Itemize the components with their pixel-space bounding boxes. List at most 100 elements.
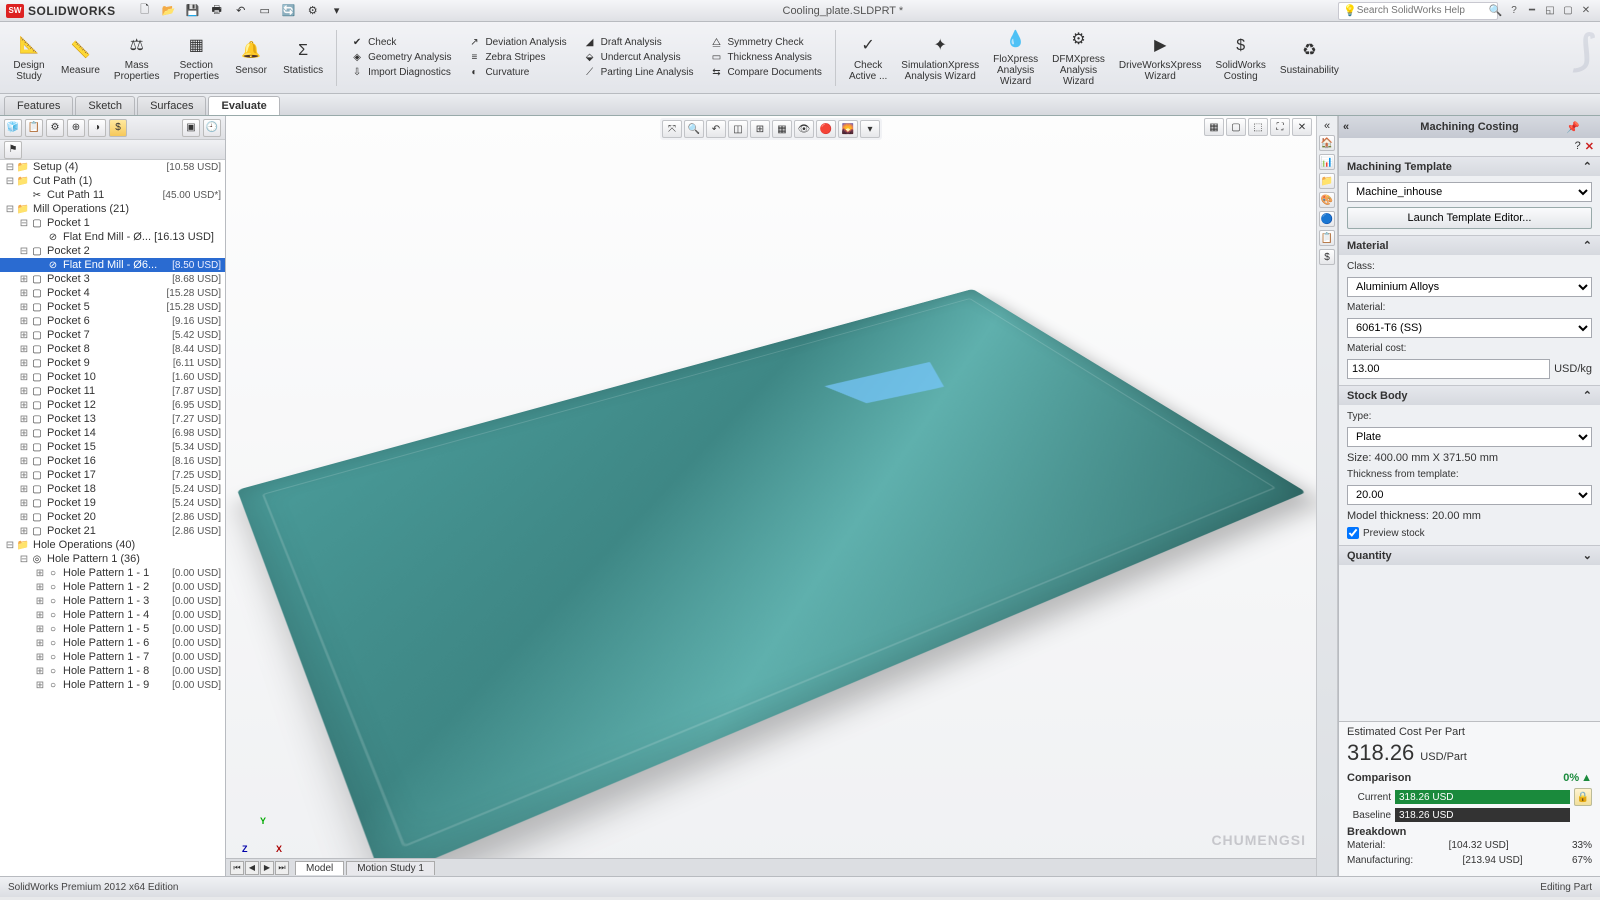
ribbon-thickness-analysis-button[interactable]: ▭Thickness Analysis — [706, 51, 824, 64]
material-class-select[interactable]: Aluminium Alloys — [1347, 277, 1592, 297]
tree-item[interactable]: ⊞▢Pocket 12[6.95 USD] — [0, 398, 225, 412]
expand-icon[interactable]: ⊞ — [18, 316, 30, 327]
expand-icon[interactable]: ⊞ — [34, 624, 46, 635]
ribbon-driveworksxpress-button[interactable]: ▶DriveWorksXpressWizard — [1112, 26, 1209, 90]
tree-item[interactable]: ⊞▢Pocket 16[8.16 USD] — [0, 454, 225, 468]
ribbon-design-button[interactable]: 📐DesignStudy — [4, 26, 54, 90]
expand-icon[interactable]: ⊞ — [18, 456, 30, 467]
home-tab-icon[interactable]: 🏠 — [1319, 135, 1335, 151]
ribbon-parting-line-analysis-button[interactable]: ⟋Parting Line Analysis — [580, 66, 697, 79]
expand-icon[interactable]: ⊞ — [18, 302, 30, 313]
expand-icon[interactable]: ⊞ — [18, 498, 30, 509]
tree-flag-icon[interactable]: ⚑ — [4, 141, 22, 159]
save-icon[interactable]: 💾 — [182, 2, 204, 20]
tree-item[interactable]: ⊞▢Pocket 5[15.28 USD] — [0, 300, 225, 314]
tree-item[interactable]: ⊞○Hole Pattern 1 - 7[0.00 USD] — [0, 650, 225, 664]
expand-icon[interactable]: ⊞ — [34, 638, 46, 649]
options-icon[interactable]: ⚙ — [302, 2, 324, 20]
tab-nav-first-icon[interactable]: ⏮ — [230, 861, 244, 875]
tree-history-icon[interactable]: 🕘 — [203, 119, 221, 137]
restore-icon[interactable]: ◱ — [1542, 4, 1558, 18]
tree-item[interactable]: ⊞▢Pocket 3[8.68 USD] — [0, 272, 225, 286]
ribbon-measure-button[interactable]: 📏Measure — [54, 26, 107, 90]
ribbon-zebra-stripes-button[interactable]: ≡Zebra Stripes — [464, 51, 569, 64]
expand-icon[interactable]: ⊞ — [18, 372, 30, 383]
expand-icon[interactable]: ⊞ — [18, 512, 30, 523]
costing-tab-icon[interactable]: $ — [1319, 249, 1335, 265]
section-view-icon[interactable]: ◫ — [728, 120, 748, 138]
tree-item[interactable]: ⊞○Hole Pattern 1 - 2[0.00 USD] — [0, 580, 225, 594]
tree-tab-display-icon[interactable]: ◑ — [88, 119, 106, 137]
expand-icon[interactable]: ⊟ — [18, 554, 30, 565]
close-icon[interactable]: ✕ — [1578, 4, 1594, 18]
tree-item[interactable]: ⊟📁Mill Operations (21) — [0, 202, 225, 216]
thickness-select[interactable]: 20.00 — [1347, 485, 1592, 505]
tab-sketch[interactable]: Sketch — [75, 96, 135, 115]
taskpane-close-icon[interactable]: ✕ — [1585, 140, 1594, 154]
ribbon-symmetry-check-button[interactable]: ⧋Symmetry Check — [706, 36, 824, 49]
ribbon-check-button[interactable]: ✓CheckActive ... — [842, 26, 894, 90]
tree-item[interactable]: ⊘Flat End Mill - Ø6...[8.50 USD] — [0, 258, 225, 272]
new-icon[interactable]: 🗋 — [134, 2, 156, 20]
help-search[interactable]: 💡 🔍 — [1338, 2, 1498, 20]
quantity-section-header[interactable]: Quantity⌄ — [1339, 546, 1600, 565]
collapse-taskpane-icon[interactable]: « — [1324, 120, 1330, 132]
tree-item[interactable]: ⊟◎Hole Pattern 1 (36) — [0, 552, 225, 566]
tree-item[interactable]: ⊞○Hole Pattern 1 - 6[0.00 USD] — [0, 636, 225, 650]
expand-icon[interactable]: ⊞ — [34, 568, 46, 579]
ribbon-sensor-button[interactable]: 🔔Sensor — [226, 26, 276, 90]
bottom-tab-motion-study-1[interactable]: Motion Study 1 — [346, 861, 435, 875]
tree-item[interactable]: ✂Cut Path 11[45.00 USD*] — [0, 188, 225, 202]
ribbon-section-button[interactable]: ▦SectionProperties — [166, 26, 226, 90]
view-palette-icon[interactable]: 🎨 — [1319, 192, 1335, 208]
ribbon-statistics-button[interactable]: ΣStatistics — [276, 26, 330, 90]
file-explorer-icon[interactable]: 📁 — [1319, 173, 1335, 189]
open-icon[interactable]: 📂 — [158, 2, 180, 20]
expand-icon[interactable]: ⊞ — [18, 526, 30, 537]
taskpane-help-icon[interactable]: ? — [1575, 140, 1581, 154]
tree-item[interactable]: ⊞▢Pocket 10[1.60 USD] — [0, 370, 225, 384]
zoom-fit-icon[interactable]: ⤧ — [662, 120, 682, 138]
tab-evaluate[interactable]: Evaluate — [208, 96, 279, 115]
tab-surfaces[interactable]: Surfaces — [137, 96, 206, 115]
tree-item[interactable]: ⊟▢Pocket 1 — [0, 216, 225, 230]
expand-icon[interactable]: ⊞ — [34, 596, 46, 607]
tree-tab-dim-icon[interactable]: ⊕ — [67, 119, 85, 137]
tree-item[interactable]: ⊟▢Pocket 2 — [0, 244, 225, 258]
expand-icon[interactable]: ⊞ — [18, 400, 30, 411]
expand-icon[interactable]: ⊞ — [18, 330, 30, 341]
ribbon-simulationxpress-button[interactable]: ✦SimulationXpressAnalysis Wizard — [894, 26, 986, 90]
material-section-header[interactable]: Material⌃ — [1339, 236, 1600, 255]
custom-props-icon[interactable]: 📋 — [1319, 230, 1335, 246]
tree-item[interactable]: ⊞▢Pocket 13[7.27 USD] — [0, 412, 225, 426]
tree-item[interactable]: ⊞▢Pocket 15[5.34 USD] — [0, 440, 225, 454]
expand-icon[interactable]: ⊞ — [18, 442, 30, 453]
expand-icon[interactable]: ⊞ — [34, 610, 46, 621]
expand-icon[interactable]: ⊞ — [18, 358, 30, 369]
appearance-icon[interactable]: 🔴 — [816, 120, 836, 138]
material-select[interactable]: 6061-T6 (SS) — [1347, 318, 1592, 338]
tree-item[interactable]: ⊘Flat End Mill - Ø... [16.13 USD] — [0, 230, 225, 244]
tab-features[interactable]: Features — [4, 96, 73, 115]
tree-item[interactable]: ⊞○Hole Pattern 1 - 3[0.00 USD] — [0, 594, 225, 608]
tree-tab-costing-icon[interactable]: $ — [109, 119, 127, 137]
expand-icon[interactable]: ⊞ — [18, 470, 30, 481]
expand-icon[interactable]: ⊟ — [18, 218, 30, 229]
expand-icon[interactable]: ⊞ — [18, 484, 30, 495]
ribbon-dfmxpress-button[interactable]: ⚙DFMXpressAnalysisWizard — [1045, 26, 1112, 90]
expand-icon[interactable]: ⊟ — [4, 176, 16, 187]
ribbon-curvature-button[interactable]: ◐Curvature — [464, 66, 569, 79]
zoom-area-icon[interactable]: 🔍 — [684, 120, 704, 138]
expand-icon[interactable]: ⊞ — [18, 288, 30, 299]
tree-item[interactable]: ⊞▢Pocket 17[7.25 USD] — [0, 468, 225, 482]
expand-icon[interactable]: ⊞ — [18, 414, 30, 425]
tree-item[interactable]: ⊞▢Pocket 21[2.86 USD] — [0, 524, 225, 538]
tab-nav-next-icon[interactable]: ▶ — [260, 861, 274, 875]
tree-tab-config-icon[interactable]: ⚙ — [46, 119, 64, 137]
tree-item[interactable]: ⊞▢Pocket 8[8.44 USD] — [0, 342, 225, 356]
orientation-triad-icon[interactable]: YXZ — [246, 810, 292, 856]
stock-section-header[interactable]: Stock Body⌃ — [1339, 386, 1600, 405]
launch-template-editor-button[interactable]: Launch Template Editor... — [1347, 207, 1592, 229]
pin-icon[interactable]: 📌 — [1566, 121, 1580, 134]
tab-nav-last-icon[interactable]: ⏭ — [275, 861, 289, 875]
